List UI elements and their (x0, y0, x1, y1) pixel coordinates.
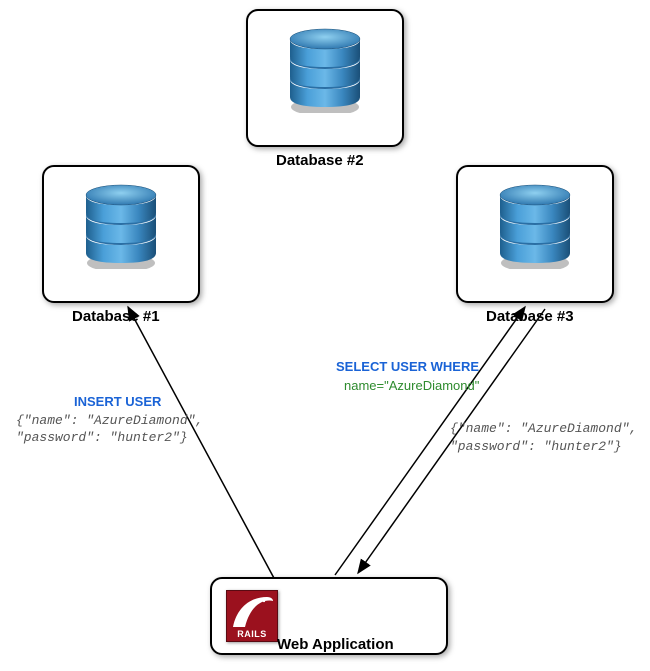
annotation-insert-line1: {"name": "AzureDiamond", (16, 412, 203, 430)
annotation-result: {"name": "AzureDiamond", "password": "hu… (450, 420, 637, 455)
diagram-canvas: Database #2 Database #1 Database #3 RAIL… (0, 0, 650, 671)
annotation-insert-keyword: INSERT USER (74, 393, 161, 411)
annotation-select-value: "AzureDiamond" (384, 378, 479, 393)
annotation-result-line2: "password": "hunter2"} (450, 438, 637, 456)
database-icon (81, 177, 161, 269)
node-database-1 (42, 165, 200, 303)
annotation-select-keyword: SELECT USER WHERE (336, 359, 479, 374)
annotation-select-prefix: name= (344, 378, 384, 393)
rails-logo-icon: RAILS (226, 590, 278, 642)
node-database-3 (456, 165, 614, 303)
annotation-select: SELECT USER WHERE name="AzureDiamond" (336, 358, 479, 395)
annotation-insert-line2: "password": "hunter2"} (16, 429, 203, 447)
node-database-2-label: Database #2 (276, 152, 364, 169)
rails-logo-text: RAILS (237, 629, 267, 639)
database-icon (285, 21, 365, 113)
node-database-3-label: Database #3 (486, 308, 574, 325)
node-database-1-label: Database #1 (72, 308, 160, 325)
node-web-application-label: Web Application (277, 636, 394, 653)
annotation-insert: INSERT USER {"name": "AzureDiamond", "pa… (16, 393, 203, 447)
database-icon (495, 177, 575, 269)
annotation-result-line1: {"name": "AzureDiamond", (450, 420, 637, 438)
node-database-2 (246, 9, 404, 147)
